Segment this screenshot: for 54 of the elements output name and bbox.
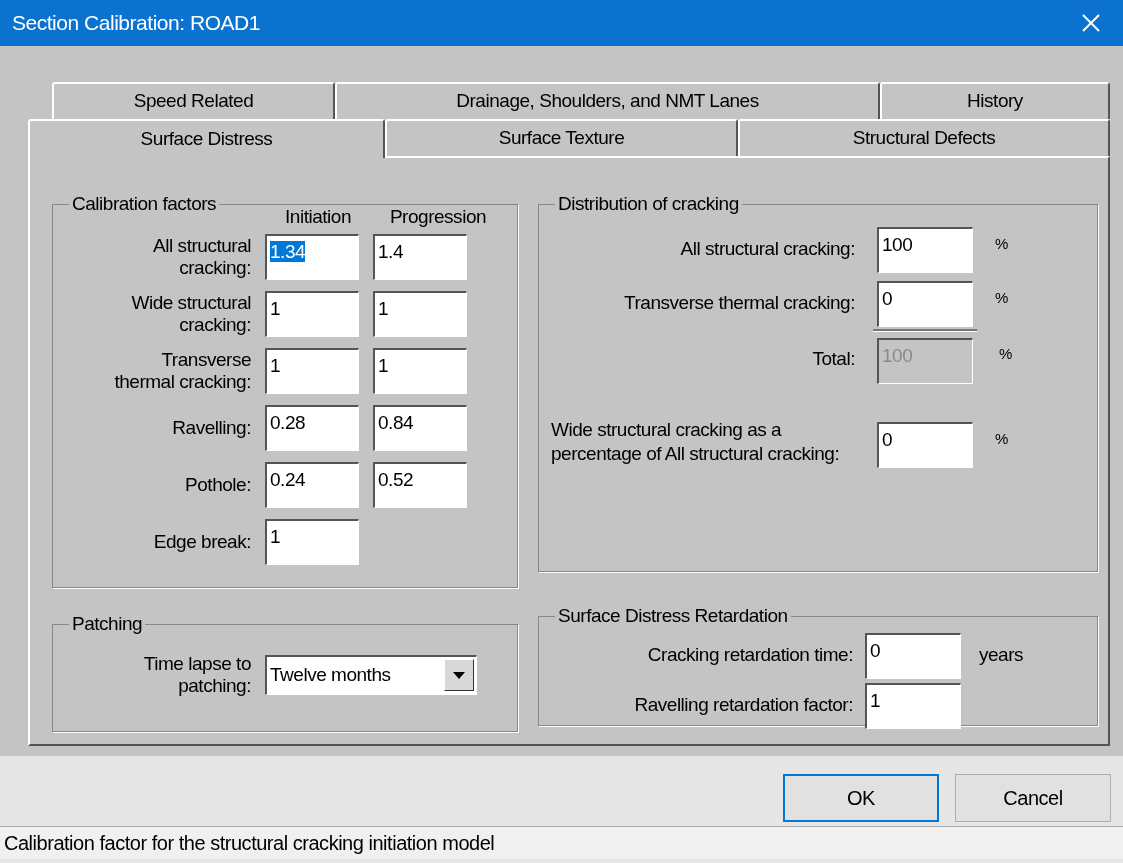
field-label: Total: <box>811 346 855 371</box>
tab[interactable]: Surface Distress <box>28 119 385 158</box>
input-field[interactable]: 1 <box>265 290 359 337</box>
column-header: Progression <box>388 204 488 229</box>
input-field[interactable]: 0 <box>877 280 973 327</box>
input-field: 100 <box>877 337 973 384</box>
input-field[interactable]: 1 <box>265 347 359 394</box>
tab[interactable]: Surface Texture <box>385 119 738 156</box>
field-label: Transverse thermal cracking: <box>623 291 855 316</box>
tab[interactable]: History <box>880 82 1110 119</box>
input-field[interactable]: 0.24 <box>265 461 359 508</box>
field-label: Pothole: <box>184 473 251 496</box>
group-title: Patching <box>71 612 144 636</box>
input-field[interactable]: 1 <box>373 290 467 337</box>
field-label: Edge break: <box>152 530 251 553</box>
tab[interactable]: Structural Defects <box>738 119 1110 156</box>
unit-label: years <box>979 643 1024 668</box>
caret-icon <box>453 671 465 679</box>
status-text: Calibration factor for the structural cracking initiation model <box>4 831 495 855</box>
tab[interactable]: Speed Related <box>52 82 335 119</box>
unit-label: % <box>995 288 1008 309</box>
input-field[interactable]: 0 <box>865 632 961 679</box>
unit-label: % <box>995 234 1008 255</box>
input-field[interactable]: 100 <box>877 226 973 273</box>
close-icon[interactable] <box>1081 13 1101 33</box>
input-field[interactable]: 1 <box>265 518 359 565</box>
dialog-button[interactable]: OK <box>783 774 939 822</box>
field-label: Wide structural cracking: <box>130 291 251 336</box>
input-field[interactable]: 0 <box>877 421 973 468</box>
input-field[interactable]: 1.34 <box>265 233 359 280</box>
group-title: Distribution of cracking <box>557 192 740 216</box>
input-field[interactable]: 0.28 <box>265 404 359 451</box>
tab[interactable]: Drainage, Shoulders, and NMT Lanes <box>335 82 880 119</box>
field-label: Ravelling retardation factor: <box>633 693 853 718</box>
field-label: Time lapse to patching: <box>142 652 251 697</box>
group-title: Surface Distress Retardation <box>557 604 789 628</box>
input-field[interactable]: 1.4 <box>373 233 467 280</box>
unit-label: % <box>995 428 1008 449</box>
input-field[interactable]: 1 <box>865 682 961 729</box>
dropdown[interactable]: Twelve months <box>265 654 477 695</box>
field-label: All structural cracking: <box>152 234 251 279</box>
input-field[interactable]: 1 <box>373 347 467 394</box>
group-title: Calibration factors <box>71 192 218 216</box>
window-title: Section Calibration: ROAD1 <box>12 10 260 37</box>
input-field[interactable]: 0.52 <box>373 461 467 508</box>
field-label: Cracking retardation time: <box>646 643 853 668</box>
field-label: Transverse thermal cracking: <box>113 348 251 393</box>
field-label: All structural cracking: <box>679 237 855 262</box>
column-header: Initiation <box>284 204 352 229</box>
unit-label: % <box>999 343 1012 364</box>
dialog-button[interactable]: Cancel <box>955 774 1111 822</box>
field-label: Ravelling: <box>171 416 251 439</box>
input-field[interactable]: 0.84 <box>373 404 467 451</box>
field-label: Wide structural cracking as a percentage of All structural cracking: <box>551 417 841 466</box>
